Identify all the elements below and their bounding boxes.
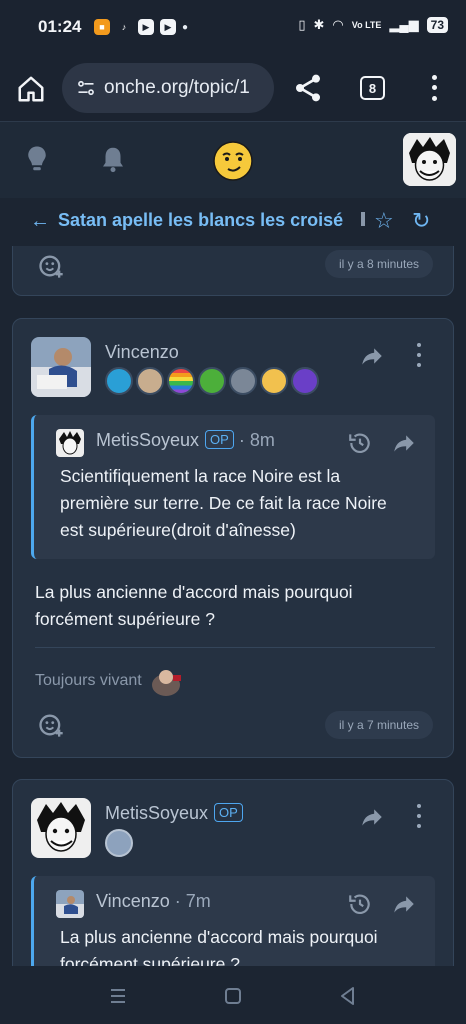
- vibrate-icon: ▯: [298, 17, 306, 32]
- site-logo-smiley[interactable]: [212, 140, 254, 182]
- refresh-icon[interactable]: ↻: [412, 208, 430, 234]
- user-badges: [105, 367, 319, 395]
- post-author[interactable]: Vincenzo: [105, 342, 179, 363]
- tab-count-button[interactable]: 8: [360, 76, 385, 100]
- topic-title[interactable]: Satan apelle les blancs les croisé: [58, 210, 343, 231]
- badge-man-icon[interactable]: [229, 367, 257, 395]
- back-arrow-icon[interactable]: ←: [30, 210, 50, 233]
- favorite-star-icon[interactable]: ☆: [374, 208, 394, 234]
- user-badges: [105, 829, 133, 857]
- quote-age: · 8m: [238, 430, 275, 450]
- post-menu-icon[interactable]: [415, 343, 423, 367]
- badge-face-icon[interactable]: [136, 367, 164, 395]
- recent-apps-icon[interactable]: [106, 984, 130, 1008]
- youtube-icon-2: ▶: [160, 19, 176, 35]
- status-bar: 01:24 ■ ♪ ▶ ▶ ● ▯ ✱ ◠ Vo LTE ▂▄▆ 73: [0, 0, 466, 56]
- post-card: MetisSoyeux OP Vincenzo · 7m La plus anc…: [12, 779, 454, 966]
- signal-icon: ▂▄▆: [389, 17, 419, 32]
- battery-indicator: 73: [426, 17, 448, 33]
- lightbulb-icon[interactable]: [22, 144, 52, 174]
- post-card: Vincenzo MetisSoyeux OP · 8m Scientifiqu…: [12, 318, 454, 758]
- add-reaction-icon[interactable]: [37, 252, 65, 280]
- post-time: il y a 7 minutes: [324, 711, 433, 739]
- quoted-message: MetisSoyeux OP · 8m Scientifiquement la r…: [31, 415, 435, 559]
- badge-stars-icon[interactable]: [105, 367, 133, 395]
- app-notification-icon: ■: [94, 19, 110, 35]
- signature-text: Toujours vivant: [35, 672, 142, 689]
- previous-post-card: il y a 8 minutes: [12, 246, 454, 296]
- quote-author[interactable]: Vincenzo · 7m: [96, 891, 211, 912]
- quote-text: Scientifiquement la race Noire est la pr…: [60, 466, 387, 540]
- url-text: onche.org/topic/1: [104, 77, 250, 98]
- author-avatar[interactable]: [31, 798, 91, 858]
- signature-sticker: [151, 670, 181, 696]
- history-icon[interactable]: [347, 891, 373, 917]
- site-settings-icon[interactable]: [76, 78, 96, 98]
- system-icons: ▯ ✱ ◠ Vo LTE ▂▄▆ 73: [298, 17, 448, 33]
- op-badge: OP: [214, 803, 243, 822]
- youtube-icon: ▶: [138, 19, 154, 35]
- badge-anime-icon[interactable]: [260, 367, 288, 395]
- signature-divider: [35, 647, 435, 648]
- user-avatar[interactable]: [403, 133, 456, 186]
- quote-author-avatar[interactable]: [56, 429, 84, 457]
- post-author[interactable]: MetisSoyeux OP: [105, 803, 243, 824]
- system-nav-bar: [0, 966, 466, 1024]
- wifi-icon: ◠: [332, 17, 344, 32]
- quote-author-avatar[interactable]: [56, 890, 84, 918]
- site-header: [0, 122, 466, 198]
- share-icon[interactable]: [292, 72, 324, 104]
- network-type: Vo LTE: [351, 19, 382, 30]
- badge-beer-icon[interactable]: [198, 367, 226, 395]
- browser-menu-icon[interactable]: [424, 72, 444, 104]
- share-icon[interactable]: [359, 804, 385, 830]
- badge-rainbow-icon[interactable]: [167, 367, 195, 395]
- tiktok-icon: ♪: [121, 22, 127, 32]
- post-menu-icon[interactable]: [415, 804, 423, 828]
- topic-content: il y a 8 minutes Vincenzo MetisSoyeux OP…: [0, 246, 466, 966]
- notification-icons: ■ ♪ ▶ ▶ ●: [94, 19, 188, 35]
- history-icon[interactable]: [347, 430, 373, 456]
- post-time: il y a 8 minutes: [324, 250, 433, 278]
- status-time: 01:24: [38, 17, 82, 36]
- add-reaction-icon[interactable]: [37, 711, 65, 739]
- quote-age: · 7m: [174, 891, 211, 911]
- topic-bar: ← Satan apelle les blancs les croisé ☆ ↻: [0, 198, 466, 246]
- signature: Toujours vivant: [35, 665, 188, 697]
- bell-icon[interactable]: [98, 144, 128, 174]
- quote-share-icon[interactable]: [391, 891, 417, 917]
- badge-moon-icon[interactable]: [291, 367, 319, 395]
- bluetooth-icon: ✱: [313, 17, 325, 32]
- home-icon[interactable]: [16, 74, 46, 104]
- quote-text: La plus ancienne d'accord mais pourquoi …: [60, 927, 378, 966]
- quote-share-icon[interactable]: [391, 430, 417, 456]
- back-nav-icon[interactable]: [336, 984, 360, 1008]
- scroll-marker: [361, 212, 365, 226]
- badge-star-icon[interactable]: [105, 829, 133, 857]
- share-icon[interactable]: [359, 343, 385, 369]
- more-notifications-dot: ●: [182, 21, 189, 33]
- op-badge: OP: [205, 430, 234, 449]
- author-avatar[interactable]: [31, 337, 91, 397]
- url-bar[interactable]: onche.org/topic/1: [62, 63, 274, 113]
- quoted-message: Vincenzo · 7m La plus ancienne d'accord …: [31, 876, 435, 966]
- home-nav-icon[interactable]: [221, 984, 245, 1008]
- browser-toolbar: onche.org/topic/1 8: [0, 56, 466, 122]
- post-text: La plus ancienne d'accord mais pourquoi …: [35, 582, 353, 629]
- quote-author[interactable]: MetisSoyeux OP · 8m: [96, 430, 275, 451]
